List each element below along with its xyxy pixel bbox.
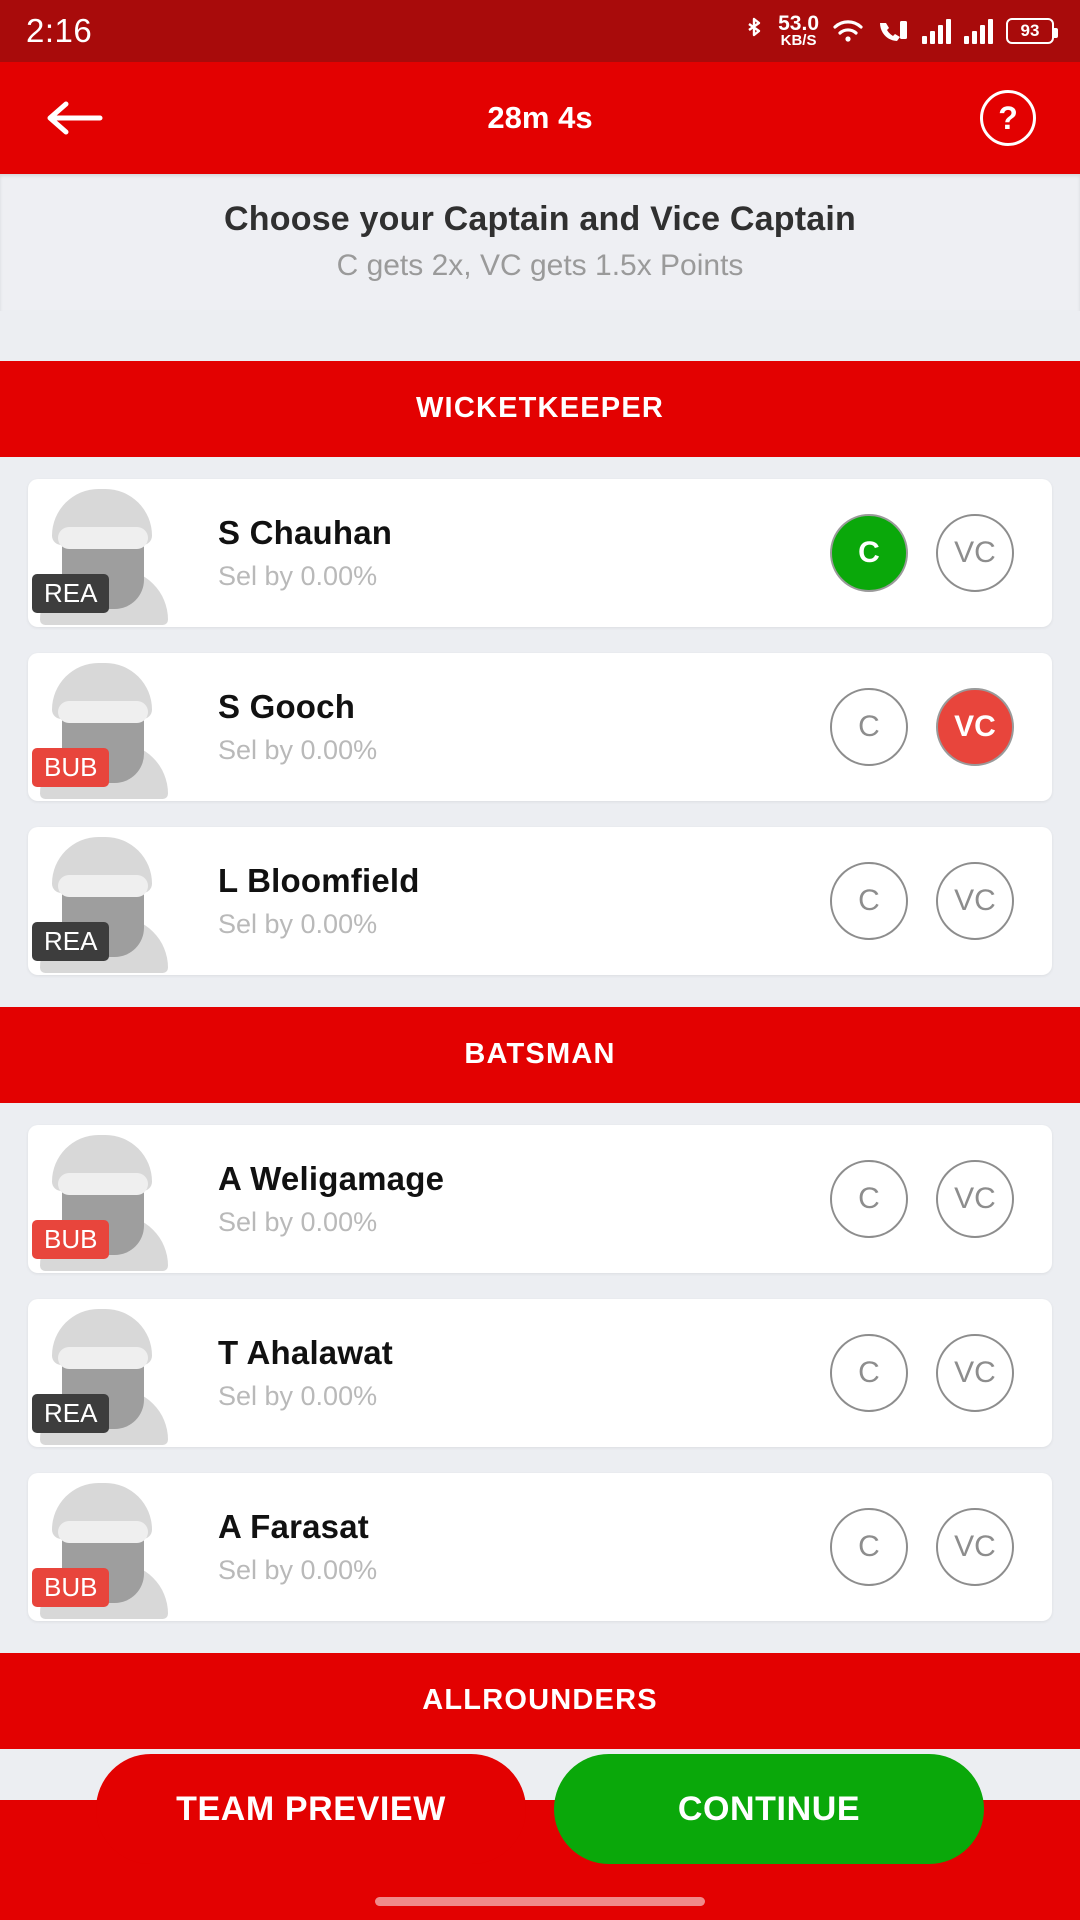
player-selected-by: Sel by 0.00% (218, 561, 378, 591)
vice-captain-button[interactable]: VC (936, 1334, 1014, 1412)
player-info: S Chauhan Sel by 0.00% (176, 514, 830, 592)
team-badge: REA (32, 1394, 110, 1433)
player-selected-by: Sel by 0.00% (218, 1555, 378, 1585)
player-list-scroll[interactable]: WICKETKEEPER REA S Chauhan Sel by 0.00% C VC B… (0, 361, 1080, 1920)
player-selected-by: Sel by 0.00% (218, 909, 378, 939)
team-badge: BUB (32, 748, 110, 787)
vice-captain-button[interactable]: VC (936, 1160, 1014, 1238)
pick-buttons: C VC (830, 1508, 1052, 1586)
player-card[interactable]: BUB A Weligamage Sel by 0.00% C VC (28, 1125, 1052, 1273)
home-indicator (375, 1897, 705, 1906)
captain-button[interactable]: C (830, 1334, 908, 1412)
player-avatar: BUB (28, 653, 176, 801)
network-speed-indicator: 53.0 KB/S (778, 11, 819, 49)
status-bar: 2:16 53.0 KB/S 93 (0, 0, 1080, 62)
player-selected-by: Sel by 0.00% (218, 1207, 378, 1237)
section-header: WICKETKEEPER (0, 361, 1080, 457)
captain-button[interactable]: C (830, 688, 908, 766)
player-name: L Bloomfield (218, 862, 420, 899)
player-selected-by: Sel by 0.00% (218, 735, 378, 765)
app-screen: 2:16 53.0 KB/S 93 28m 4s ? Choose your C… (0, 0, 1080, 1920)
page-subtitle: C gets 2x, VC gets 1.5x Points (336, 249, 744, 282)
player-avatar: BUB (28, 1125, 176, 1273)
pick-buttons: C VC (830, 1160, 1052, 1238)
page-title: Choose your Captain and Vice Captain (224, 200, 856, 238)
help-icon[interactable]: ? (980, 90, 1036, 146)
captain-button[interactable]: C (830, 1508, 908, 1586)
back-arrow-icon[interactable] (44, 96, 106, 140)
team-badge: REA (32, 922, 110, 961)
captain-button[interactable]: C (830, 1160, 908, 1238)
signal-bars-icon (964, 18, 993, 44)
wifi-icon (832, 18, 864, 44)
player-name: A Weligamage (218, 1160, 445, 1197)
bluetooth-icon (743, 16, 765, 46)
player-avatar: REA (28, 479, 176, 627)
player-group: BUB A Weligamage Sel by 0.00% C VC REA T Ahala… (0, 1103, 1080, 1653)
player-info: A Farasat Sel by 0.00% (176, 1508, 830, 1586)
vice-captain-button[interactable]: VC (936, 862, 1014, 940)
player-name: T Ahalawat (218, 1334, 393, 1371)
player-card[interactable]: REA T Ahalawat Sel by 0.00% C VC (28, 1299, 1052, 1447)
team-badge: REA (32, 574, 110, 613)
captain-button[interactable]: C (830, 514, 908, 592)
footer-actions: TEAM PREVIEW CONTINUE (0, 1754, 1080, 1864)
battery-icon: 93 (1006, 18, 1058, 44)
player-info: T Ahalawat Sel by 0.00% (176, 1334, 830, 1412)
vice-captain-button[interactable]: VC (936, 688, 1014, 766)
status-bar-icons: 53.0 KB/S 93 (743, 11, 1058, 49)
pick-buttons: C VC (830, 1334, 1052, 1412)
player-info: L Bloomfield Sel by 0.00% (176, 862, 830, 940)
player-avatar: REA (28, 827, 176, 975)
player-info: A Weligamage Sel by 0.00% (176, 1160, 830, 1238)
player-name: S Gooch (218, 688, 356, 725)
section-header: ALLROUNDERS (0, 1653, 1080, 1749)
player-info: S Gooch Sel by 0.00% (176, 688, 830, 766)
team-badge: BUB (32, 1220, 110, 1259)
player-name: S Chauhan (218, 514, 393, 551)
vice-captain-button[interactable]: VC (936, 514, 1014, 592)
captain-button[interactable]: C (830, 862, 908, 940)
player-card[interactable]: REA S Chauhan Sel by 0.00% C VC (28, 479, 1052, 627)
continue-button[interactable]: CONTINUE (554, 1754, 984, 1864)
player-card[interactable]: BUB A Farasat Sel by 0.00% C VC (28, 1473, 1052, 1621)
app-bar: 28m 4s ? (0, 62, 1080, 174)
signal-bars-icon (922, 18, 951, 44)
player-card[interactable]: REA L Bloomfield Sel by 0.00% C VC (28, 827, 1052, 975)
status-bar-clock: 2:16 (26, 12, 93, 49)
vice-captain-button[interactable]: VC (936, 1508, 1014, 1586)
pick-buttons: C VC (830, 514, 1052, 592)
instruction-banner: Choose your Captain and Vice Captain C g… (0, 174, 1080, 311)
team-badge: BUB (32, 1568, 110, 1607)
contest-timer: 28m 4s (487, 100, 593, 135)
section-header: BATSMAN (0, 1007, 1080, 1103)
pick-buttons: C VC (830, 862, 1052, 940)
pick-buttons: C VC (830, 688, 1052, 766)
team-preview-button[interactable]: TEAM PREVIEW (96, 1754, 526, 1864)
player-avatar: REA (28, 1299, 176, 1447)
player-group: REA S Chauhan Sel by 0.00% C VC BUB S Gooch Sel… (0, 457, 1080, 1007)
player-avatar: BUB (28, 1473, 176, 1621)
player-selected-by: Sel by 0.00% (218, 1381, 378, 1411)
call-wifi-icon (877, 17, 909, 45)
player-name: A Farasat (218, 1508, 369, 1545)
player-card[interactable]: BUB S Gooch Sel by 0.00% C VC (28, 653, 1052, 801)
